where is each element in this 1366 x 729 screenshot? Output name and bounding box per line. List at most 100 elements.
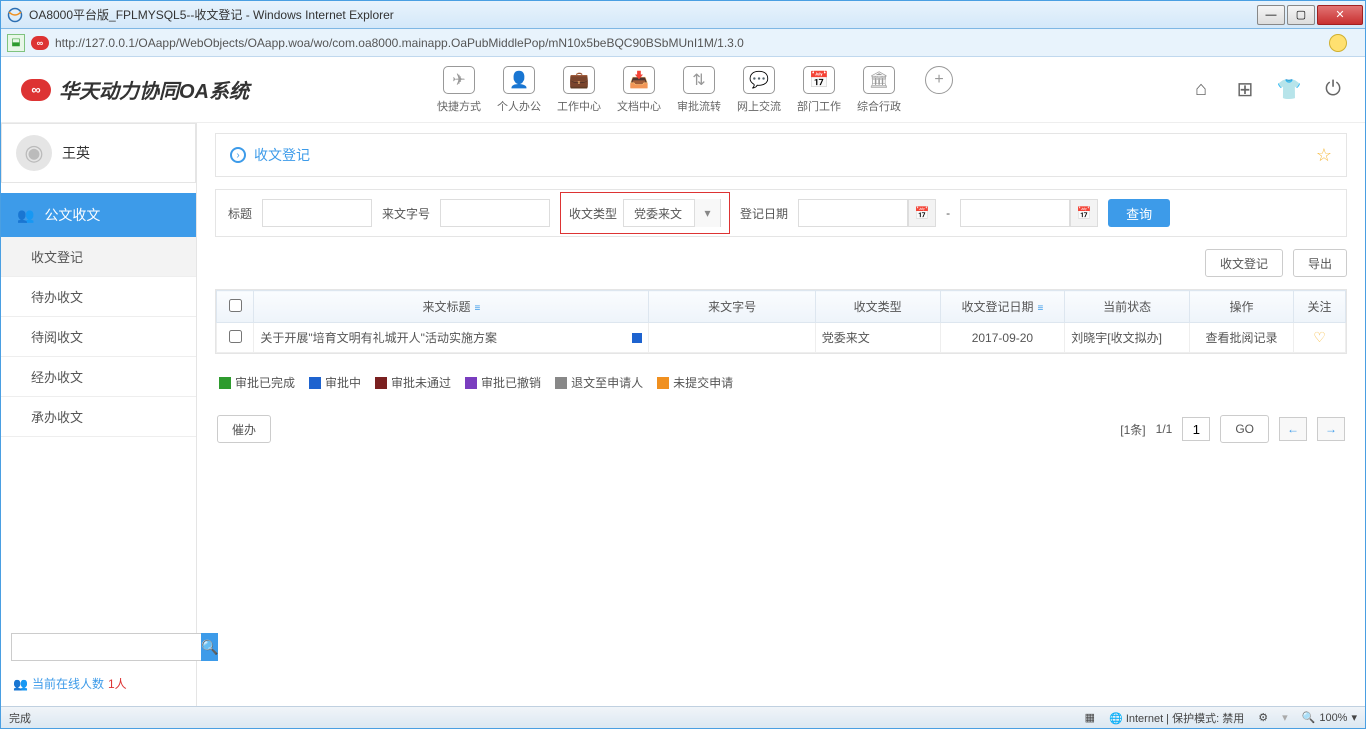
- url-text[interactable]: http://127.0.0.1/OAapp/WebObjects/OAapp.…: [55, 36, 1323, 50]
- protected-mode-icon[interactable]: ⚙: [1258, 711, 1268, 724]
- person-icon: 👤: [503, 66, 535, 94]
- inbox-icon: 📥: [623, 66, 655, 94]
- zoom-control[interactable]: 🔍 100% ▾: [1302, 711, 1357, 724]
- go-button[interactable]: GO: [1220, 415, 1269, 443]
- calendar-icon[interactable]: 📅: [908, 199, 936, 227]
- filter-title-input[interactable]: [262, 199, 372, 227]
- main-content: › 收文登记 ☆ 标题 来文字号 收文类型 党委来文 ▾: [207, 123, 1365, 706]
- sidebar-item-todo[interactable]: 待办收文: [1, 277, 196, 317]
- chat-icon: 💬: [743, 66, 775, 94]
- status-square-icon: [632, 333, 642, 343]
- sidebar-item-toread[interactable]: 待阅收文: [1, 317, 196, 357]
- home-icon[interactable]: ⌂: [1189, 78, 1213, 102]
- shirt-icon[interactable]: 👕: [1277, 78, 1301, 102]
- user-name: 王英: [62, 143, 90, 163]
- legend-pending-icon: [309, 377, 321, 389]
- chevron-down-icon: ▾: [694, 199, 720, 227]
- page-icon[interactable]: ▦: [1085, 711, 1095, 724]
- window-titlebar: OA8000平台版_FPLMYSQL5--收文登记 - Windows Inte…: [1, 1, 1365, 29]
- flow-icon: ⇅: [683, 66, 715, 94]
- export-button[interactable]: 导出: [1293, 249, 1347, 277]
- avatar-icon: ◉: [16, 135, 52, 171]
- date-to-input[interactable]: [960, 199, 1070, 227]
- window-title: OA8000平台版_FPLMYSQL5--收文登记 - Windows Inte…: [29, 6, 1255, 23]
- data-table: 来文标题≡ 来文字号 收文类型 收文登记日期≡ 当前状态 操作 关注: [215, 289, 1347, 354]
- security-shield-icon[interactable]: ⬓: [7, 34, 25, 52]
- status-done: 完成: [9, 710, 31, 726]
- window-maximize-button[interactable]: ▢: [1287, 5, 1315, 25]
- nav-add[interactable]: +: [909, 66, 969, 114]
- filter-docno-input[interactable]: [440, 199, 550, 227]
- compat-view-icon[interactable]: [1329, 34, 1347, 52]
- calendar-icon: 📅: [803, 66, 835, 94]
- view-log-link[interactable]: 查看批阅记录: [1206, 331, 1278, 345]
- nav-workcenter[interactable]: 💼工作中心: [549, 66, 609, 114]
- window-minimize-button[interactable]: —: [1257, 5, 1285, 25]
- record-count: [1条]: [1120, 421, 1145, 438]
- plus-icon: +: [925, 66, 953, 94]
- filter-docno-label: 来文字号: [382, 205, 430, 222]
- favorite-star-icon[interactable]: ☆: [1316, 145, 1332, 166]
- power-icon[interactable]: ⏻: [1321, 78, 1345, 102]
- sidebar-item-register[interactable]: 收文登记: [1, 237, 196, 277]
- urge-button[interactable]: 催办: [217, 415, 271, 443]
- nav-admin[interactable]: 🏛综合行政: [849, 66, 909, 114]
- arrow-bullet-icon: ›: [230, 147, 246, 163]
- window-close-button[interactable]: ✕: [1317, 5, 1363, 25]
- app-logo: ∞ 华天动力协同OA系统: [21, 75, 249, 104]
- filter-date-label: 登记日期: [740, 205, 788, 222]
- filter-title-label: 标题: [228, 205, 252, 222]
- globe-icon: 🌐: [1109, 713, 1123, 725]
- filter-type-label: 收文类型: [569, 205, 617, 222]
- select-all-checkbox[interactable]: [229, 299, 242, 312]
- filter-type-dropdown[interactable]: 党委来文 ▾: [623, 199, 721, 227]
- logo-mark-icon: ∞: [21, 79, 51, 101]
- page-title-bar: › 收文登记 ☆: [215, 133, 1347, 177]
- search-button[interactable]: 查询: [1108, 199, 1170, 227]
- top-nav: ✈快捷方式 👤个人办公 💼工作中心 📥文档中心 ⇅审批流转 💬网上交流 📅部门工…: [429, 66, 969, 114]
- address-bar: ⬓ ∞ http://127.0.0.1/OAapp/WebObjects/OA…: [1, 29, 1365, 57]
- nav-doccenter[interactable]: 📥文档中心: [609, 66, 669, 114]
- prev-page-button[interactable]: ←: [1279, 417, 1307, 441]
- nav-shortcut[interactable]: ✈快捷方式: [429, 66, 489, 114]
- app-header: ∞ 华天动力协同OA系统 ✈快捷方式 👤个人办公 💼工作中心 📥文档中心 ⇅审批…: [1, 57, 1365, 123]
- nav-approval[interactable]: ⇅审批流转: [669, 66, 729, 114]
- register-button[interactable]: 收文登记: [1205, 249, 1283, 277]
- nav-personal[interactable]: 👤个人办公: [489, 66, 549, 114]
- nav-dept[interactable]: 📅部门工作: [789, 66, 849, 114]
- filter-date-from[interactable]: 📅: [798, 199, 936, 227]
- date-from-input[interactable]: [798, 199, 908, 227]
- zoom-icon: 🔍: [1302, 711, 1316, 724]
- user-box[interactable]: ◉ 王英: [1, 123, 196, 183]
- online-count[interactable]: 👥 当前在线人数 1人: [11, 671, 186, 696]
- filter-date-to[interactable]: 📅: [960, 199, 1098, 227]
- sidebar-search-input[interactable]: [11, 633, 201, 661]
- heart-icon[interactable]: ♡: [1313, 329, 1326, 345]
- apps-icon[interactable]: ⊞: [1233, 78, 1257, 102]
- briefcase-icon: 💼: [563, 66, 595, 94]
- logo-text: 华天动力协同OA系统: [59, 75, 249, 104]
- page-title: 收文登记: [254, 145, 310, 165]
- nav-online[interactable]: 💬网上交流: [729, 66, 789, 114]
- page-input[interactable]: [1182, 417, 1210, 441]
- sidebar: ◉ 王英 👥 公文收文 收文登记 待办收文 待阅收文 经办收文 承办收文: [1, 123, 197, 706]
- sidebar-header[interactable]: 👥 公文收文: [1, 193, 196, 237]
- sort-icon[interactable]: ≡: [1037, 303, 1043, 314]
- pager-bar: 催办 [1条] 1/1 GO ← →: [215, 411, 1347, 447]
- filter-type-highlight: 收文类型 党委来文 ▾: [560, 192, 730, 234]
- legend-unsubmitted-icon: [657, 377, 669, 389]
- sidebar-item-undertake[interactable]: 承办收文: [1, 397, 196, 437]
- sort-icon[interactable]: ≡: [475, 303, 481, 314]
- row-checkbox[interactable]: [229, 330, 242, 343]
- calendar-icon[interactable]: 📅: [1070, 199, 1098, 227]
- building-icon: 🏛: [863, 66, 895, 94]
- next-page-button[interactable]: →: [1317, 417, 1345, 441]
- site-favicon: ∞: [31, 36, 49, 50]
- table-row[interactable]: 关于开展"培育文明有礼城开人"活动实施方案 党委来文 2017-09-20 刘晓…: [217, 323, 1346, 353]
- legend-returned-icon: [555, 377, 567, 389]
- legend-revoked-icon: [465, 377, 477, 389]
- status-legend: 审批已完成 审批中 审批未通过 审批已撤销 退文至申请人 未提交申请: [215, 366, 1347, 399]
- sidebar-item-handled[interactable]: 经办收文: [1, 357, 196, 397]
- legend-done-icon: [219, 377, 231, 389]
- filter-bar: 标题 来文字号 收文类型 党委来文 ▾ 登记日期 📅: [215, 189, 1347, 237]
